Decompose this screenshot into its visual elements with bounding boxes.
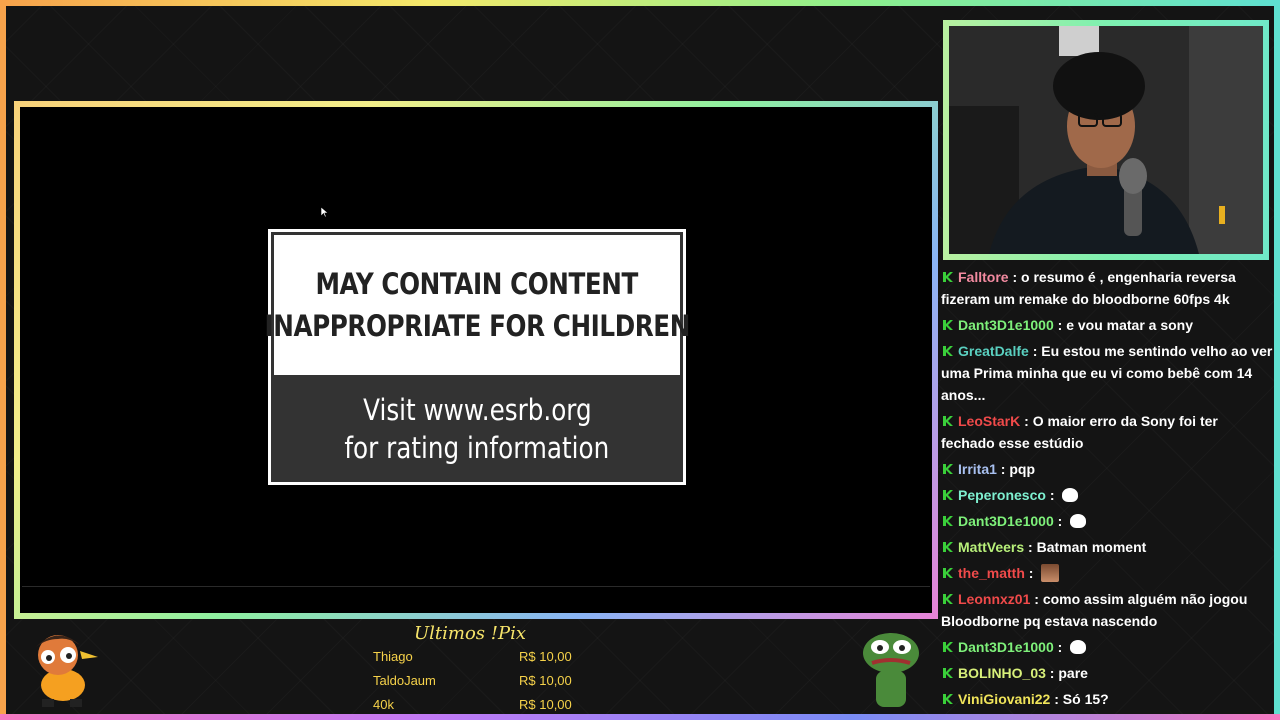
- chat-separator: :: [1053, 513, 1067, 529]
- subscriber-badge-icon: [943, 416, 953, 426]
- chat-username[interactable]: BOLINHO_03: [958, 665, 1046, 681]
- subscriber-badge-icon: [943, 320, 953, 330]
- chat-username[interactable]: Falltore: [958, 269, 1009, 285]
- chat-separator: :: [1024, 565, 1038, 581]
- chat-message: BOLINHO_03 : pare: [941, 662, 1275, 684]
- subscriber-badge-icon: [943, 490, 953, 500]
- game-capture-frame: MAY CONTAIN CONTENT INAPPROPRIATE FOR CH…: [14, 101, 938, 619]
- chat-message: Peperonesco :: [941, 484, 1275, 506]
- chat-panel[interactable]: Falltore : o resumo é , engenharia rever…: [941, 266, 1275, 716]
- chat-text: Batman moment: [1036, 539, 1147, 555]
- speech-bubble-emote-icon: [1062, 488, 1079, 502]
- chat-username[interactable]: Dant3D1e1000: [958, 639, 1054, 655]
- chat-message: the_matth :: [941, 562, 1275, 584]
- esrb-info-panel: Visit www.esrb.org for rating informatio…: [274, 378, 680, 479]
- pix-title: Ultimos !Pix: [413, 623, 527, 644]
- chat-username[interactable]: Irrita1: [958, 461, 997, 477]
- speech-bubble-emote-icon: [1070, 514, 1087, 528]
- subscriber-badge-icon: [943, 542, 953, 552]
- chat-message: Dant3D1e1000 :: [941, 636, 1275, 658]
- subscriber-badge-icon: [943, 694, 953, 704]
- esrb-info-line-2: for rating information: [344, 430, 610, 465]
- subscriber-badge-icon: [943, 668, 953, 678]
- pix-donor-name: Thiago: [373, 649, 413, 664]
- face-emote-icon: [1041, 564, 1060, 582]
- pix-row: Thiago R$ 10,00: [360, 645, 600, 669]
- chat-separator: :: [1053, 317, 1067, 333]
- cartoon-mascot-icon: [36, 635, 98, 707]
- chat-message: Irrita1 : pqp: [941, 458, 1275, 480]
- chat-username[interactable]: Peperonesco: [958, 487, 1046, 503]
- pix-amount: R$ 10,00: [519, 649, 572, 664]
- chat-message: Dant3D1e1000 :: [941, 510, 1275, 532]
- game-screen[interactable]: MAY CONTAIN CONTENT INAPPROPRIATE FOR CH…: [20, 107, 932, 613]
- chat-username[interactable]: GreatDalfe: [958, 343, 1029, 359]
- subscriber-badge-icon: [943, 272, 953, 282]
- chat-separator: :: [1045, 665, 1059, 681]
- chat-message: Dant3D1e1000 : e vou matar a sony: [941, 314, 1275, 336]
- chat-username[interactable]: ViniGiovani22: [958, 691, 1050, 707]
- overlay-border-bottom: [0, 714, 1280, 720]
- pepe-frog-icon: [863, 633, 919, 707]
- pix-amount: R$ 10,00: [519, 673, 572, 688]
- subscriber-badge-icon: [943, 568, 953, 578]
- chat-username[interactable]: Dant3D1e1000: [958, 317, 1054, 333]
- esrb-warning-line-1: MAY CONTAIN CONTENT: [315, 267, 639, 301]
- chat-separator: :: [996, 461, 1010, 477]
- subscriber-badge-icon: [943, 464, 953, 474]
- chat-message: Falltore : o resumo é , engenharia rever…: [941, 266, 1275, 310]
- pix-row: TaldoJaum R$ 10,00: [360, 669, 600, 693]
- chat-message: GreatDalfe : Eu estou me sentindo velho …: [941, 340, 1275, 406]
- chat-separator: :: [1008, 269, 1022, 285]
- chat-separator: :: [1028, 343, 1042, 359]
- esrb-warning-line-2: INAPPROPRIATE FOR CHILDREN: [264, 309, 690, 343]
- chat-message: LeoStarK : O maior erro da Sony foi ter …: [941, 410, 1275, 454]
- chat-username[interactable]: Dant3D1e1000: [958, 513, 1054, 529]
- subscriber-badge-icon: [943, 516, 953, 526]
- chat-separator: :: [1024, 539, 1037, 555]
- chat-separator: :: [1045, 487, 1059, 503]
- webcam-feed: [949, 26, 1263, 254]
- video-progress-line: [22, 586, 930, 587]
- chat-username[interactable]: LeoStarK: [958, 413, 1020, 429]
- subscriber-badge-icon: [943, 346, 953, 356]
- chat-text: Só 15?: [1062, 691, 1109, 707]
- chat-text: pare: [1058, 665, 1088, 681]
- mouse-cursor-icon: [321, 207, 329, 218]
- pix-donations-panel: Ultimos !Pix Thiago R$ 10,00 TaldoJaum R…: [360, 623, 600, 718]
- chat-message: Leonnxz01 : como assim alguém não jogou …: [941, 588, 1275, 632]
- esrb-notice: MAY CONTAIN CONTENT INAPPROPRIATE FOR CH…: [264, 229, 690, 485]
- subscriber-badge-icon: [943, 642, 953, 652]
- subscriber-badge-icon: [943, 594, 953, 604]
- esrb-info-line-1: Visit www.esrb.org: [362, 392, 592, 427]
- streamer-silhouette: [949, 26, 1263, 254]
- chat-text: e vou matar a sony: [1066, 317, 1194, 333]
- chat-username[interactable]: MattVeers: [958, 539, 1024, 555]
- chat-message: ViniGiovani22 : Só 15?: [941, 688, 1275, 710]
- webcam-frame: [943, 20, 1269, 260]
- chat-separator: :: [1030, 591, 1043, 607]
- chat-separator: :: [1020, 413, 1033, 429]
- chat-message: MattVeers : Batman moment: [941, 536, 1275, 558]
- chat-text: pqp: [1009, 461, 1036, 477]
- chat-separator: :: [1050, 691, 1063, 707]
- chat-username[interactable]: Leonnxz01: [958, 591, 1030, 607]
- pix-donor-name: TaldoJaum: [373, 673, 436, 688]
- esrb-warning-panel: MAY CONTAIN CONTENT INAPPROPRIATE FOR CH…: [264, 235, 690, 375]
- chat-separator: :: [1053, 639, 1067, 655]
- speech-bubble-emote-icon: [1070, 640, 1087, 654]
- chat-username[interactable]: the_matth: [958, 565, 1025, 581]
